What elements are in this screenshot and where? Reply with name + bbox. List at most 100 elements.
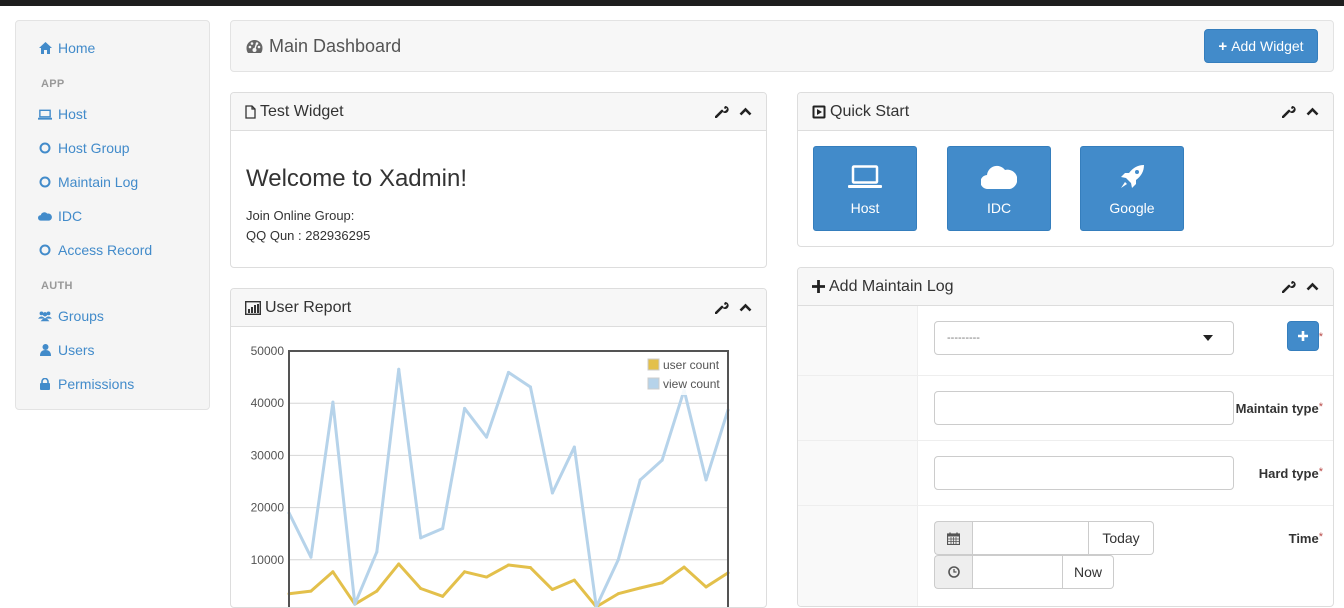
sidebar-item-label: Home: [58, 40, 96, 56]
chevron-up-icon[interactable]: [1306, 107, 1319, 116]
data-point-user-count: [704, 585, 708, 589]
plus-icon: [812, 280, 825, 293]
form-row-maintain-type: Maintain type*: [798, 376, 1333, 441]
date-input-group: Today: [934, 521, 1154, 555]
quickstart-label: Host: [850, 199, 880, 216]
panel-title: Add Maintain Log: [829, 277, 954, 295]
data-point-view-count: [550, 491, 554, 495]
page-title-text: Main Dashboard: [269, 36, 402, 56]
clock-icon: [934, 555, 972, 589]
legend-swatch-view-count: [647, 377, 660, 390]
data-point-view-count: [441, 526, 445, 530]
legend-label-view-count: view count: [663, 377, 720, 391]
page-title: Main Dashboard: [246, 36, 401, 57]
nav-header-app: APP: [41, 78, 65, 90]
sidebar-item-label: Groups: [58, 308, 104, 324]
y-tick-label: 10000: [251, 553, 285, 567]
data-point-view-count: [375, 550, 379, 554]
wrench-icon[interactable]: [715, 300, 729, 314]
data-point-user-count: [463, 570, 467, 574]
panel-title: Quick Start: [830, 102, 910, 120]
sidebar-item-home[interactable]: Home: [38, 38, 95, 58]
qq-qun-text: QQ Qun : 282936295: [246, 228, 371, 243]
data-point-view-count: [463, 406, 467, 410]
time-input[interactable]: [972, 555, 1063, 589]
time-input-group: Now: [934, 555, 1114, 589]
date-input[interactable]: [972, 521, 1089, 555]
data-point-view-count: [528, 385, 532, 389]
lock-icon: [38, 378, 52, 390]
join-group-text: Join Online Group:: [246, 208, 355, 223]
sidebar-item-groups[interactable]: Groups: [38, 306, 104, 326]
form-row-hard-type: Hard type*: [798, 441, 1333, 506]
sidebar-item-maintain-log[interactable]: Maintain Log: [38, 172, 138, 192]
sidebar-item-host-group[interactable]: Host Group: [38, 138, 130, 158]
data-point-view-count: [704, 478, 708, 482]
panel-heading: User Report: [231, 289, 766, 327]
quickstart-host-button[interactable]: Host: [813, 146, 917, 231]
chevron-up-icon[interactable]: [1306, 282, 1319, 291]
data-point-view-count: [353, 602, 357, 606]
data-point-user-count: [331, 570, 335, 574]
circle-icon: [38, 142, 52, 154]
host-select-value: ---------: [947, 332, 980, 344]
quick-start-widget: Quick Start Host IDC Google: [797, 92, 1334, 247]
host-select[interactable]: ---------: [934, 321, 1234, 355]
sidebar-item-idc[interactable]: IDC: [38, 206, 82, 226]
chevron-down-icon: [1203, 335, 1213, 341]
home-icon: [38, 42, 52, 54]
hard-type-label: Hard type*: [1258, 466, 1323, 481]
y-tick-label: 40000: [251, 396, 285, 410]
sidebar-item-label: Host Group: [58, 140, 130, 156]
quickstart-label: Google: [1109, 199, 1155, 216]
chart-legend: user count view count: [644, 355, 726, 395]
sidebar-item-permissions[interactable]: Permissions: [38, 374, 134, 394]
wrench-icon[interactable]: [1282, 279, 1296, 293]
sidebar-item-users[interactable]: Users: [38, 340, 95, 360]
legend-swatch-user-count: [647, 358, 660, 371]
top-bar: [0, 0, 1344, 6]
data-point-user-count: [660, 581, 664, 585]
sidebar-item-label: Host: [58, 106, 87, 122]
maintain-type-input[interactable]: [934, 391, 1234, 425]
panel-heading: Add Maintain Log: [798, 268, 1333, 306]
form-row-time: Time* Today Now: [798, 506, 1333, 606]
quickstart-idc-button[interactable]: IDC: [947, 146, 1051, 231]
wrench-icon[interactable]: [715, 104, 729, 118]
add-widget-button[interactable]: + Add Widget: [1204, 29, 1318, 63]
dashboard-icon: [246, 39, 263, 54]
data-point-user-count: [397, 562, 401, 566]
cloud-icon: [981, 162, 1017, 192]
data-point-user-count: [507, 563, 510, 567]
rocket-icon: [1117, 162, 1147, 192]
group-icon: [38, 310, 52, 322]
bar-chart-icon: [245, 300, 261, 315]
circle-icon: [38, 176, 52, 188]
data-point-user-count: [550, 588, 554, 592]
today-button[interactable]: Today: [1089, 521, 1154, 555]
sidebar-item-access-record[interactable]: Access Record: [38, 240, 152, 260]
data-point-view-count: [616, 558, 620, 562]
quickstart-label: IDC: [986, 199, 1012, 216]
sidebar-item-label: Permissions: [58, 376, 135, 392]
data-point-view-count: [309, 555, 313, 559]
user-report-widget: User Report 10000 20000 30000 40000 50000 us…: [230, 288, 767, 608]
laptop-icon: [848, 162, 882, 192]
data-point-user-count: [441, 594, 445, 598]
file-icon: [245, 104, 256, 119]
hard-type-input[interactable]: [934, 456, 1234, 490]
wrench-icon[interactable]: [1282, 104, 1296, 118]
chevron-up-icon[interactable]: [739, 303, 752, 312]
sidebar-item-host[interactable]: Host: [38, 104, 87, 124]
nav-header-auth: AUTH: [41, 280, 73, 292]
form-row-host: Host* ---------: [798, 306, 1333, 376]
chevron-up-icon[interactable]: [739, 107, 752, 116]
page-header: Main Dashboard + Add Widget: [230, 20, 1334, 72]
quickstart-google-button[interactable]: Google: [1080, 146, 1184, 231]
add-host-button[interactable]: [1287, 321, 1319, 351]
now-button[interactable]: Now: [1063, 555, 1114, 589]
add-widget-label: Add Widget: [1231, 38, 1304, 54]
y-tick-label: 20000: [251, 501, 285, 515]
data-point-user-count: [419, 587, 423, 591]
panel-heading: Test Widget: [231, 93, 766, 131]
